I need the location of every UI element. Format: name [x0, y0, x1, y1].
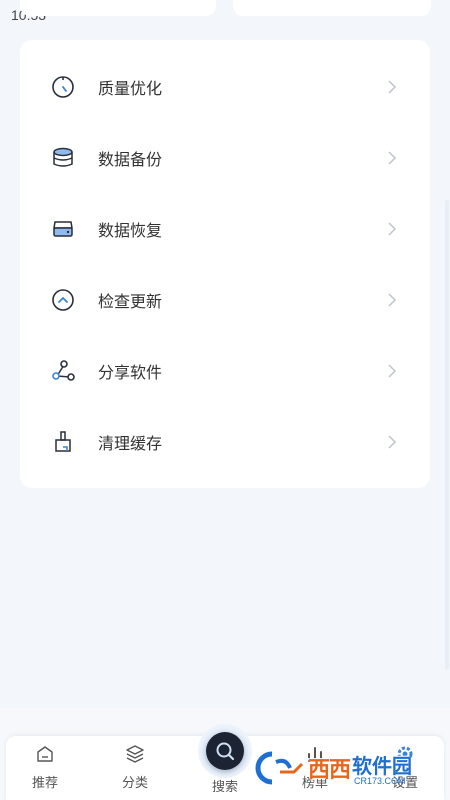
share-icon	[50, 358, 76, 384]
drive-icon	[50, 216, 76, 242]
watermark: 西西 软件园 CR173.COM	[250, 748, 444, 788]
nav-tab-recommend[interactable]: 推荐	[10, 742, 80, 798]
menu-item-label: 数据恢复	[98, 221, 163, 240]
layers-icon	[123, 742, 147, 766]
nav-label: 搜索	[211, 780, 238, 795]
chevron-right-icon	[388, 364, 397, 378]
arrow-up-circle-icon	[50, 287, 76, 313]
menu-item-share-app[interactable]: 分享软件	[20, 336, 430, 406]
scrollbar-thumb[interactable]	[445, 200, 449, 670]
broom-icon	[50, 429, 76, 455]
watermark-text-orange: 西西	[308, 757, 351, 782]
menu-item-label: 分享软件	[98, 363, 163, 382]
nav-tab-category[interactable]: 分类	[100, 742, 170, 798]
chevron-right-icon	[388, 435, 397, 449]
menu-item-data-backup[interactable]: 数据备份	[20, 123, 430, 193]
search-button-glow	[198, 724, 252, 778]
menu-item-quality-optimize[interactable]: 质量优化	[20, 52, 430, 122]
menu-item-check-update[interactable]: 检查更新	[20, 265, 430, 335]
watermark-text-blue: 软件园	[352, 756, 413, 778]
top-card-left-edge	[20, 0, 216, 16]
menu-item-label: 清理缓存	[98, 434, 163, 453]
menu-item-label: 检查更新	[98, 292, 163, 311]
home-icon	[33, 742, 57, 766]
watermark-sub: CR173.COM	[354, 776, 406, 786]
menu-item-data-restore[interactable]: 数据恢复	[20, 194, 430, 264]
top-card-right-edge	[233, 0, 431, 16]
nav-tab-search[interactable]: 搜索	[196, 724, 254, 800]
chevron-right-icon	[388, 151, 397, 165]
watermark-logo-icon	[250, 750, 308, 786]
scrollbar[interactable]	[444, 200, 450, 680]
search-icon	[216, 742, 235, 761]
search-button[interactable]	[206, 732, 244, 770]
menu-item-label: 质量优化	[98, 79, 163, 98]
nav-label: 推荐	[31, 776, 58, 791]
chevron-right-icon	[388, 80, 397, 94]
settings-menu-card: 质量优化 数据备份 数据恢复 检查更新 分享软件 清理缓存	[20, 40, 430, 488]
chevron-right-icon	[388, 293, 397, 307]
menu-item-clear-cache[interactable]: 清理缓存	[20, 407, 430, 477]
database-icon	[50, 145, 76, 171]
nav-label: 分类	[121, 776, 148, 791]
chevron-right-icon	[388, 222, 397, 236]
timer-icon	[50, 74, 76, 100]
menu-item-label: 数据备份	[98, 150, 163, 169]
